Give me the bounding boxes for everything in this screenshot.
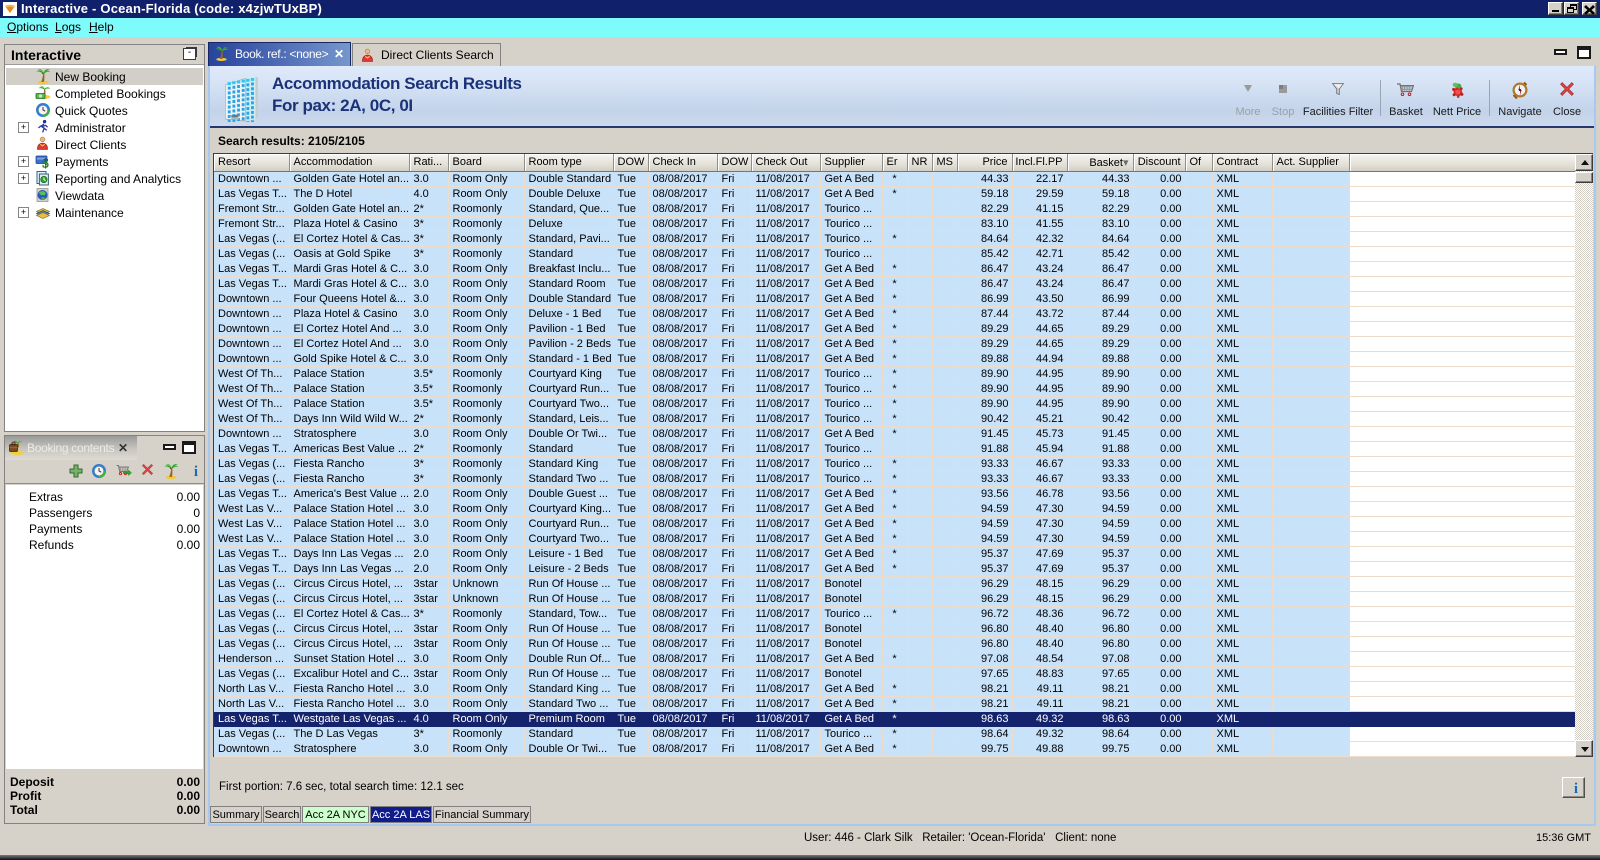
svg-text:$: $: [42, 156, 49, 170]
svg-text:i: i: [1574, 781, 1578, 796]
svg-text:i: i: [194, 464, 198, 479]
